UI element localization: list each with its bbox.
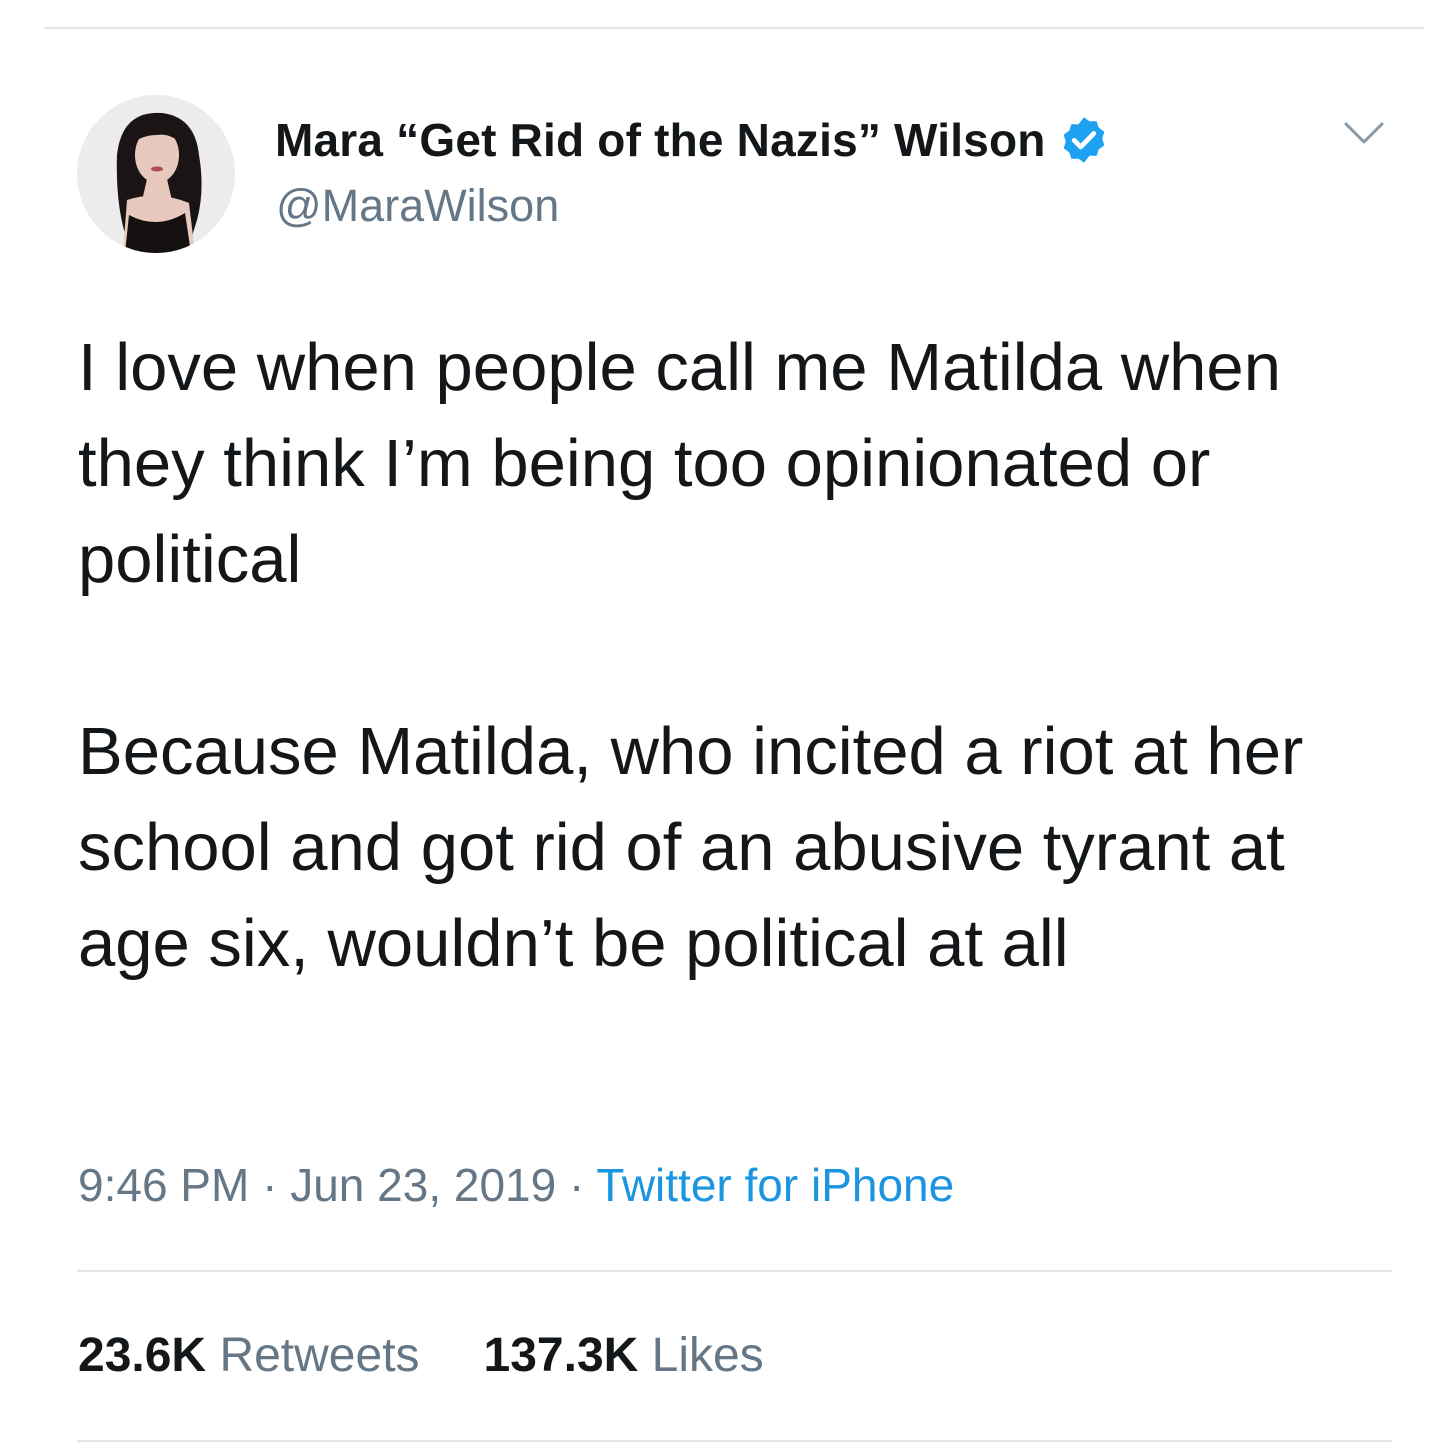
tweet-paragraph: I love when people call me Matilda when … — [78, 330, 1281, 597]
tweet-text: I love when people call me Matilda when … — [78, 320, 1408, 992]
retweets-stat[interactable]: 23.6K Retweets — [78, 1328, 420, 1383]
tweet-time[interactable]: 9:46 PM — [78, 1159, 249, 1211]
engagement-stats: 23.6K Retweets 137.3K Likes — [78, 1328, 828, 1383]
avatar[interactable] — [77, 95, 235, 253]
user-handle[interactable]: @MaraWilson — [276, 180, 559, 232]
tweet-date[interactable]: Jun 23, 2019 — [290, 1159, 556, 1211]
meta-separator: · — [249, 1159, 291, 1211]
tweet-source-link[interactable]: Twitter for iPhone — [596, 1159, 954, 1211]
retweets-label: Retweets — [219, 1329, 420, 1382]
likes-label: Likes — [651, 1329, 764, 1382]
likes-count: 137.3K — [483, 1329, 639, 1382]
verified-badge-icon — [1063, 117, 1104, 163]
retweets-count: 23.6K — [78, 1329, 207, 1382]
tweet-metadata: 9:46 PM · Jun 23, 2019 · Twitter for iPh… — [78, 1158, 954, 1212]
stats-divider-bottom — [77, 1440, 1392, 1442]
meta-separator: · — [556, 1159, 597, 1211]
avatar-image — [77, 95, 235, 253]
top-divider — [44, 27, 1424, 29]
author-row[interactable]: Mara “Get Rid of the Nazis” Wilson — [275, 110, 1110, 170]
display-name[interactable]: Mara “Get Rid of the Nazis” Wilson — [275, 113, 1046, 167]
chevron-down-icon[interactable] — [1340, 118, 1388, 148]
tweet-paragraph: Because Matilda, who incited a riot at h… — [78, 714, 1304, 981]
likes-stat[interactable]: 137.3K Likes — [484, 1328, 764, 1383]
stats-divider-top — [77, 1270, 1392, 1272]
